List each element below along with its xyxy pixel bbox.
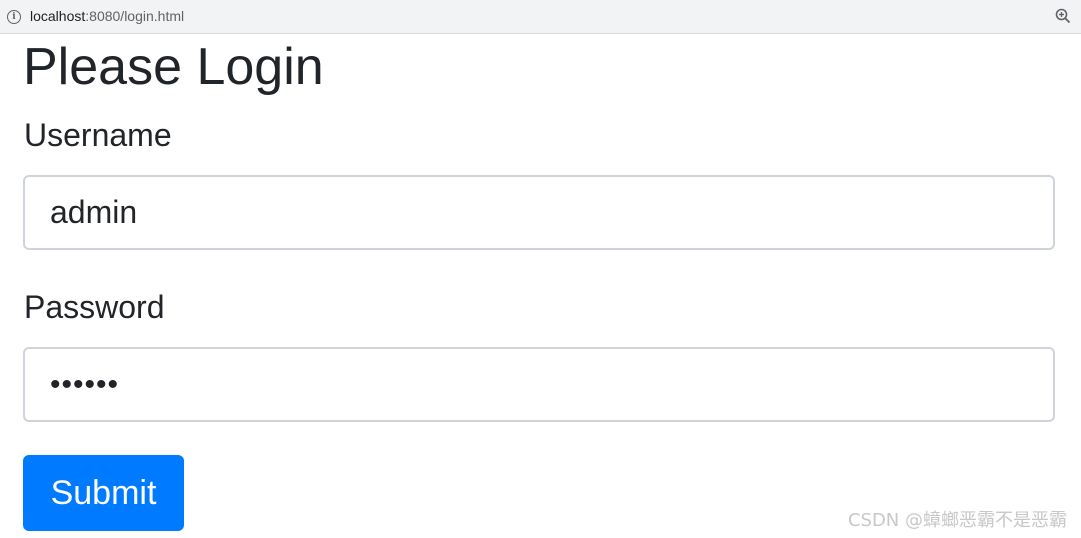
browser-address-bar[interactable]: i localhost:8080/login.html xyxy=(0,0,1081,34)
url-text[interactable]: localhost:8080/login.html xyxy=(30,8,184,24)
password-value: •••••• xyxy=(50,367,120,401)
password-label: Password xyxy=(24,289,165,325)
username-label: Username xyxy=(24,117,172,153)
page-title: Please Login xyxy=(23,38,324,96)
url-path: :8080/login.html xyxy=(85,8,185,24)
username-value: admin xyxy=(50,194,138,230)
username-input[interactable]: admin xyxy=(23,175,1055,250)
watermark: CSDN @蟑螂恶霸不是恶霸 xyxy=(847,510,1067,531)
submit-button[interactable]: Submit xyxy=(23,455,184,531)
url-host: localhost xyxy=(30,8,86,24)
info-icon[interactable]: i xyxy=(7,10,21,24)
zoom-in-icon[interactable] xyxy=(1055,8,1071,24)
password-input[interactable]: •••••• xyxy=(23,347,1055,422)
